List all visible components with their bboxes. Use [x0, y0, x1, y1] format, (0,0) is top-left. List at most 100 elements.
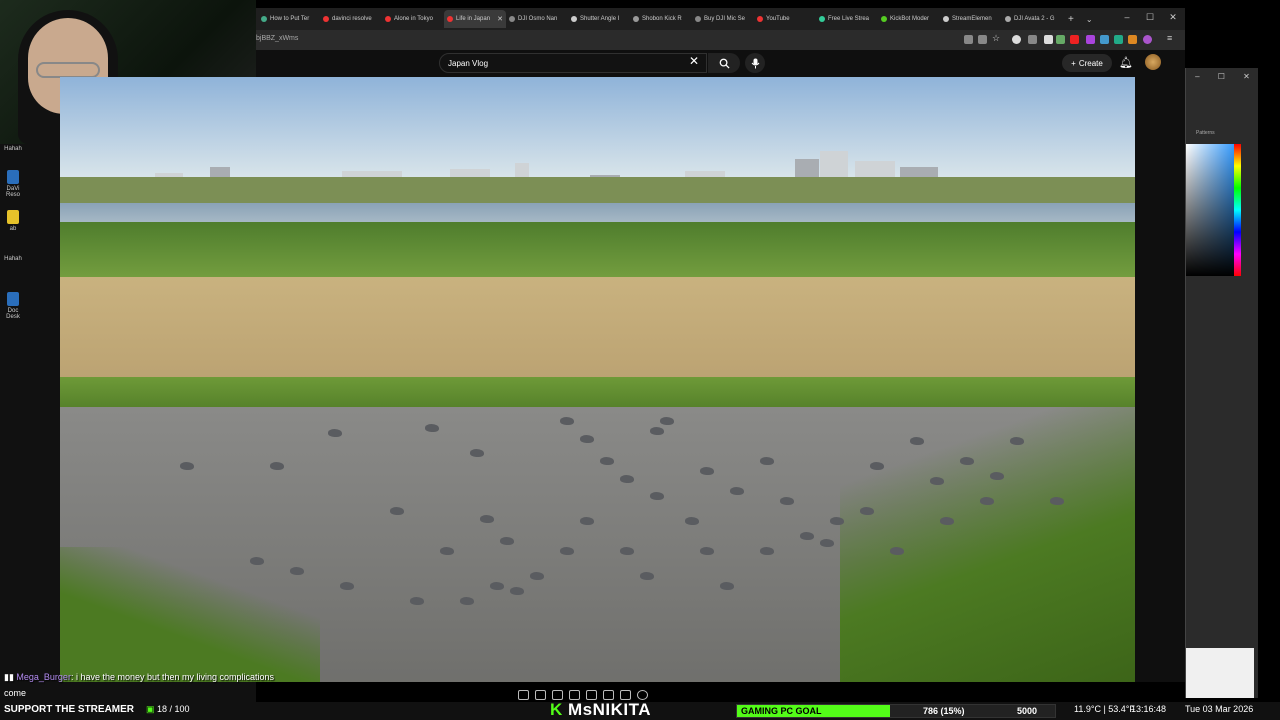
miniplayer-icon[interactable] [586, 690, 597, 700]
desktop-icon[interactable]: ab [2, 210, 24, 232]
pigeon [640, 572, 654, 580]
pigeon [410, 597, 424, 605]
desktop-icon-label: Hahah [4, 256, 22, 262]
browser-tab[interactable]: DJI Avata 2 - G [1002, 10, 1064, 28]
close-icon[interactable]: ✕ [1243, 72, 1250, 81]
search-input[interactable]: Japan Vlog [439, 53, 707, 73]
browser-tab[interactable]: DJI Osmo Nan [506, 10, 568, 28]
profile-icon[interactable] [1143, 35, 1152, 44]
close-icon[interactable]: ✕ [1163, 12, 1183, 23]
kick-total-value: 100 [174, 704, 190, 714]
desktop-icon[interactable]: Doc Desk [2, 292, 24, 320]
browser-tab[interactable]: Shobon Kick R [630, 10, 692, 28]
extension-icon[interactable] [1100, 35, 1109, 44]
pigeon [820, 539, 834, 547]
clear-search-icon[interactable]: ✕ [689, 54, 699, 68]
stream-bottom-bar: SUPPORT THE STREAMER ▣ 18 / 100 K MsNIKI… [0, 700, 1280, 720]
maximize-icon[interactable]: ☐ [1140, 12, 1160, 23]
video-player[interactable] [60, 77, 1135, 682]
support-streamer-text: SUPPORT THE STREAMER [4, 704, 135, 715]
color-picker-field[interactable] [1186, 144, 1240, 276]
minimize-icon[interactable]: – [1195, 72, 1199, 81]
chat-badge-icon: ▮▮ [4, 672, 17, 682]
tab-favicon-icon [943, 16, 949, 22]
screenshot-icon[interactable] [620, 690, 631, 700]
pigeon [500, 537, 514, 545]
tab-label: Alone in Tokyo [394, 16, 433, 22]
account-avatar[interactable] [1145, 54, 1161, 70]
loop-icon[interactable] [518, 690, 529, 700]
photoshop-panel-label: Patterns [1196, 130, 1215, 136]
microphone-icon [751, 58, 759, 68]
browser-tab[interactable]: Buy DJI Mic Se [692, 10, 754, 28]
bookmark-star-icon[interactable]: ☆ [992, 33, 1001, 43]
desktop-icon-label: DaVi Reso [5, 186, 20, 198]
new-tab-button[interactable]: + [1068, 14, 1074, 25]
pigeon [980, 497, 994, 505]
extension-icon[interactable] [1012, 35, 1021, 44]
pigeon [700, 467, 714, 475]
plus-icon: + [1071, 58, 1076, 68]
desktop-icon[interactable]: DaVi Reso [2, 170, 24, 198]
pigeon [328, 429, 342, 437]
pigeon [340, 582, 354, 590]
voice-search-button[interactable] [745, 53, 765, 73]
cast-icon[interactable] [964, 35, 973, 44]
gear-icon[interactable] [637, 690, 648, 700]
extension-icon[interactable] [1114, 35, 1123, 44]
menu-icon[interactable]: ≡ [1167, 33, 1176, 43]
pigeon [650, 492, 664, 500]
tab-label: Shobon Kick R [642, 16, 682, 22]
app-icon [7, 170, 19, 184]
extension-icon[interactable] [1056, 35, 1065, 44]
browser-tab[interactable]: Shutter Angle I [568, 10, 630, 28]
chat-message: ▮▮ Mega_Burger: i have the money but the… [4, 672, 274, 683]
browser-tab-active[interactable]: Life in Japan ✕ [444, 10, 506, 28]
notifications-bell-icon[interactable]: 🔔︎ [1119, 56, 1133, 69]
chat-message-text: : i have the money but then my living co… [70, 672, 275, 682]
extension-icon[interactable] [1044, 35, 1053, 44]
pigeon [620, 475, 634, 483]
address-bar[interactable]: bjBBZ_xWms ☆ ≡ [256, 30, 1185, 50]
pigeon [1050, 497, 1064, 505]
tab-label: Shutter Angle I [580, 16, 620, 22]
pigeon [940, 517, 954, 525]
captions-icon[interactable] [552, 690, 563, 700]
browser-tab[interactable]: davinci resolve [320, 10, 382, 28]
tab-list-icon[interactable]: ⌄ [1086, 15, 1093, 24]
pigeon [890, 547, 904, 555]
file-icon [7, 210, 19, 224]
browser-tab[interactable]: StreamElemen [940, 10, 1002, 28]
pigeon [700, 547, 714, 555]
create-button[interactable]: + Create [1062, 54, 1112, 72]
photoshop-canvas-preview [1186, 648, 1254, 698]
extension-icon[interactable] [1028, 35, 1037, 44]
tab-close-icon[interactable]: ✕ [497, 15, 503, 23]
browser-tab[interactable]: Free Live Strea [816, 10, 878, 28]
screenshot-icon[interactable] [978, 35, 987, 44]
desktop-icon[interactable]: Hahah [2, 146, 24, 152]
browser-tab[interactable]: KickBot Moder [878, 10, 940, 28]
desktop-icon[interactable]: Hahah [2, 256, 24, 262]
extension-icon[interactable] [1086, 35, 1095, 44]
tab-favicon-icon [509, 16, 515, 22]
extension-icon[interactable] [1128, 35, 1137, 44]
edit-icon[interactable] [603, 690, 614, 700]
extension-icon[interactable] [1070, 35, 1079, 44]
tab-label: StreamElemen [952, 16, 992, 22]
browser-tab[interactable]: Alone in Tokyo [382, 10, 444, 28]
minimize-icon[interactable]: – [1117, 12, 1137, 22]
maximize-icon[interactable]: ☐ [1218, 72, 1225, 81]
settings-icon[interactable] [569, 690, 580, 700]
browser-tab[interactable]: YouTube [754, 10, 816, 28]
audio-icon[interactable] [535, 690, 546, 700]
browser-tab[interactable]: How to Put Ter [258, 10, 320, 28]
hue-slider[interactable] [1234, 144, 1241, 276]
tab-favicon-icon [1005, 16, 1011, 22]
pigeon [270, 462, 284, 470]
search-button[interactable] [708, 53, 740, 73]
pigeon [960, 457, 974, 465]
pigeon [530, 572, 544, 580]
url-text[interactable]: bjBBZ_xWms [256, 35, 298, 42]
date-readout: Tue 03 Mar 2026 [1185, 704, 1254, 714]
